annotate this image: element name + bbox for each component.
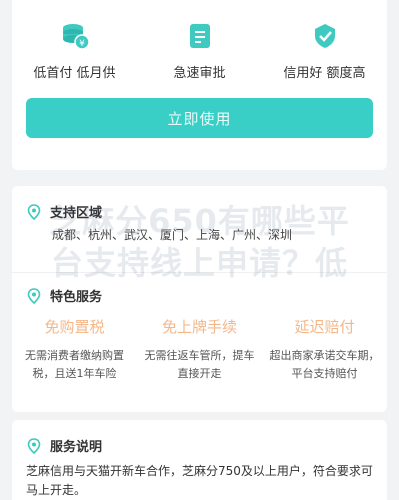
feature-label: 信用好 额度高 bbox=[283, 66, 366, 81]
feature-label: 急速审批 bbox=[173, 66, 226, 81]
service-description-card: 服务说明 芝麻信用与天猫开新车合作，芝麻分750及以上用户，符合要求可马上开走。 bbox=[12, 420, 387, 500]
svg-text:¥: ¥ bbox=[79, 39, 85, 49]
service-desc: 无需消费者缴纳购置税，且送1年车险 bbox=[25, 349, 124, 380]
service-delay-compensation: 延迟赔付 超出商家承诺交车期，平台支持赔付 bbox=[266, 316, 384, 383]
location-pin-icon bbox=[26, 437, 42, 454]
support-region-list: 成都、杭州、武汉、厦门、上海、广州、深圳 bbox=[52, 228, 293, 242]
location-pin-icon bbox=[26, 203, 42, 220]
location-pin-icon bbox=[26, 287, 42, 304]
service-title: 延迟赔付 bbox=[294, 318, 355, 336]
section-title: 支持区域 bbox=[50, 206, 103, 221]
service-title: 免上牌手续 bbox=[161, 318, 237, 336]
section-title: 服务说明 bbox=[50, 440, 103, 455]
divider bbox=[12, 272, 387, 273]
feature-list: ¥ 低首付 低月供 急速审批 信用好 额度高 bbox=[12, 20, 387, 81]
service-desc: 超出商家承诺交车期，平台支持赔付 bbox=[269, 349, 380, 380]
apply-now-button[interactable]: 立即使用 bbox=[26, 98, 373, 138]
section-title: 特色服务 bbox=[50, 290, 103, 305]
service-title: 免购置税 bbox=[44, 318, 105, 336]
feature-fast-approval: 急速审批 bbox=[145, 20, 255, 81]
document-icon bbox=[184, 20, 216, 52]
service-description-header: 服务说明 bbox=[26, 436, 102, 455]
feature-high-limit: 信用好 额度高 bbox=[270, 20, 380, 81]
shield-check-icon bbox=[309, 20, 341, 52]
support-region-header: 支持区域 bbox=[26, 202, 102, 221]
service-list: 免购置税 无需消费者缴纳购置税，且送1年车险 免上牌手续 无需往返车管所，提车直… bbox=[12, 316, 387, 383]
coins-icon: ¥ bbox=[59, 20, 91, 52]
feature-label: 低首付 低月供 bbox=[33, 66, 116, 81]
service-description-text: 芝麻信用与天猫开新车合作，芝麻分750及以上用户，符合要求可马上开走。 bbox=[26, 464, 373, 497]
feature-low-down-payment: ¥ 低首付 低月供 bbox=[20, 20, 130, 81]
service-free-plate: 免上牌手续 无需往返车管所，提车直接开走 bbox=[141, 316, 259, 383]
info-card: 支持区域 成都、杭州、武汉、厦门、上海、广州、深圳 特色服务 免购置税 无需消费… bbox=[12, 186, 387, 412]
service-tax-free: 免购置税 无需消费者缴纳购置税，且送1年车险 bbox=[16, 316, 134, 383]
benefits-card: ¥ 低首付 低月供 急速审批 信用好 额度高 立即使用 bbox=[12, 0, 387, 170]
special-services-header: 特色服务 bbox=[26, 286, 102, 305]
service-desc: 无需往返车管所，提车直接开走 bbox=[144, 349, 255, 380]
